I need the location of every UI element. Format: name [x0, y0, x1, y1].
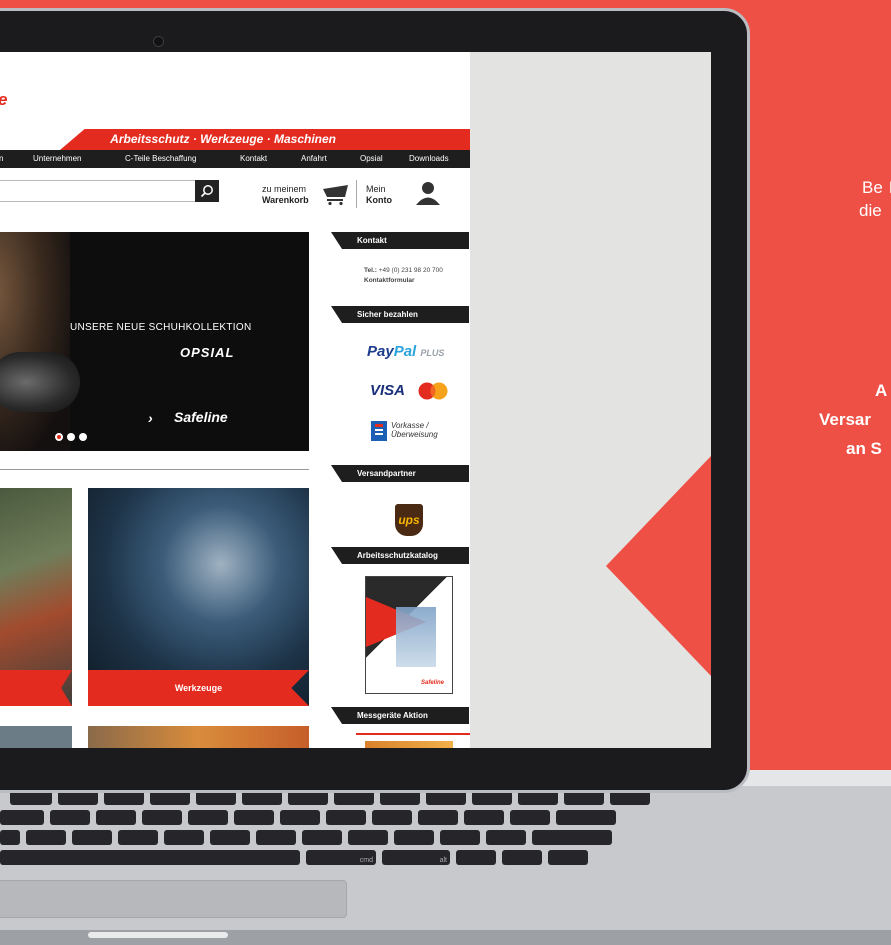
slider-dot[interactable] [79, 433, 87, 441]
promo-line-1-text: Be [862, 178, 883, 197]
promo-line-4-text: Versar [819, 410, 871, 429]
marketing-visual: Be Be die A Versar an S cmd alt e [0, 0, 891, 945]
account-label-line1: Mein [366, 184, 386, 194]
website: e Arbeitsschutz · Werkzeuge · Maschinen … [0, 52, 470, 748]
sidebar-shipping-header: Versandpartner [331, 465, 469, 482]
nav-item-c-teile[interactable]: C-Teile Beschaffung [125, 154, 196, 163]
main-nav: n Unternehmen C-Teile Beschaffung Kontak… [0, 150, 470, 168]
slider-dot[interactable] [55, 433, 63, 441]
search-button[interactable] [195, 180, 219, 202]
search-input[interactable] [0, 180, 196, 202]
sidebar-payment-title: Sicher bezahlen [357, 310, 418, 319]
sidebar-accent-line [356, 733, 470, 735]
tel-number[interactable]: +49 (0) 231 98 20 700 [379, 267, 443, 274]
cart-icon[interactable] [322, 182, 350, 206]
banner-image-person [0, 232, 70, 451]
nav-item-unternehmen[interactable]: Unternehmen [33, 154, 81, 163]
promo-line-5-text: an S [846, 439, 882, 458]
safeline-logo-text: Safeline [174, 409, 228, 425]
sidebar-messgeraete-title: Messgeräte Aktion [357, 711, 428, 720]
promo-line-3-text: A [875, 381, 888, 400]
search-icon [200, 185, 213, 198]
trackpad [0, 880, 347, 918]
banner-headline: UNSERE NEUE SCHUHKOLLEKTION [70, 322, 252, 333]
cart-link[interactable]: zu meinem Warenkorb [262, 184, 309, 206]
sidebar-kontakt-info: Tel.: +49 (0) 231 98 20 700 Kontaktformu… [364, 266, 443, 286]
tagline-bar: Arbeitsschutz · Werkzeuge · Maschinen [60, 129, 470, 150]
tagline: Arbeitsschutz · Werkzeuge · Maschinen [110, 132, 336, 146]
contact-form-link[interactable]: Kontaktformular [364, 276, 443, 286]
decorative-triangle [606, 456, 711, 676]
slider-dot[interactable] [67, 433, 75, 441]
banner-image-shoe [0, 352, 80, 412]
nav-item-opsial[interactable]: Opsial [360, 154, 383, 163]
sidebar-kontakt-title: Kontakt [357, 236, 387, 245]
tel-label: Tel.: [364, 267, 377, 274]
category-tile-werkzeuge[interactable]: Werkzeuge [88, 488, 309, 706]
keyboard: cmd alt [0, 790, 700, 870]
catalog-brand: Safeline [421, 680, 445, 686]
category-tile-arbeitsschutz[interactable] [0, 488, 72, 706]
vorkasse-logo: Vorkasse / Überweisung [371, 421, 438, 446]
nav-item-anfahrt[interactable]: Anfahrt [301, 154, 327, 163]
site-logo[interactable]: e [0, 90, 7, 110]
header-divider [356, 180, 357, 208]
category-tile-partial[interactable] [88, 726, 309, 748]
sidebar-kontakt-header: Kontakt [331, 232, 469, 249]
nav-item-kontakt[interactable]: Kontakt [240, 154, 267, 163]
sidebar-catalog-header: Arbeitsschutzkatalog [331, 547, 469, 564]
laptop-screen: e Arbeitsschutz · Werkzeuge · Maschinen … [0, 52, 711, 748]
alt-key: alt [382, 850, 450, 865]
vorkasse-line1: Vorkasse / [391, 421, 429, 430]
visa-logo: VISA [370, 382, 406, 399]
sidebar-messgeraete-header: Messgeräte Aktion [331, 707, 469, 724]
messgeraete-image[interactable] [365, 741, 453, 748]
category-tile-label [0, 670, 72, 706]
vorkasse-line2: Überweisung [391, 430, 438, 439]
sidebar-shipping-title: Versandpartner [357, 469, 416, 478]
category-tile-label: Werkzeuge [88, 670, 309, 706]
nav-item-downloads[interactable]: Downloads [409, 154, 449, 163]
account-link[interactable]: Mein Konto [366, 184, 392, 206]
cart-label-line2: Warenkorb [262, 195, 309, 205]
category-tile-partial[interactable] [0, 726, 72, 748]
bank-transfer-icon [371, 421, 387, 441]
account-label-line2: Konto [366, 195, 392, 205]
camera-icon [153, 36, 164, 47]
sidebar-payment-header: Sicher bezahlen [331, 306, 469, 323]
catalog-cover[interactable]: Safeline [365, 576, 453, 694]
hero-banner[interactable]: UNSERE NEUE SCHUHKOLLEKTION OPSIAL › Saf… [0, 232, 309, 451]
opsial-logo: OPSIAL [180, 345, 235, 360]
mastercard-logo-icon [418, 382, 448, 400]
nav-item-truncated[interactable]: n [0, 154, 3, 163]
laptop-notch [88, 932, 228, 938]
safeline-chevron-icon: › [148, 410, 153, 426]
safeline-logo: › Safeline [148, 409, 228, 426]
ups-logo: ups [395, 504, 423, 536]
slider-dots [55, 433, 87, 441]
sidebar-catalog-title: Arbeitsschutzkatalog [357, 551, 438, 560]
promo-line-2-text: die [859, 201, 882, 220]
cmd-key: cmd [306, 850, 376, 865]
paypal-logo: PayPal PLUS [367, 343, 445, 360]
user-icon[interactable] [415, 180, 441, 206]
cart-label-line1: zu meinem [262, 184, 307, 194]
section-divider [0, 469, 309, 470]
